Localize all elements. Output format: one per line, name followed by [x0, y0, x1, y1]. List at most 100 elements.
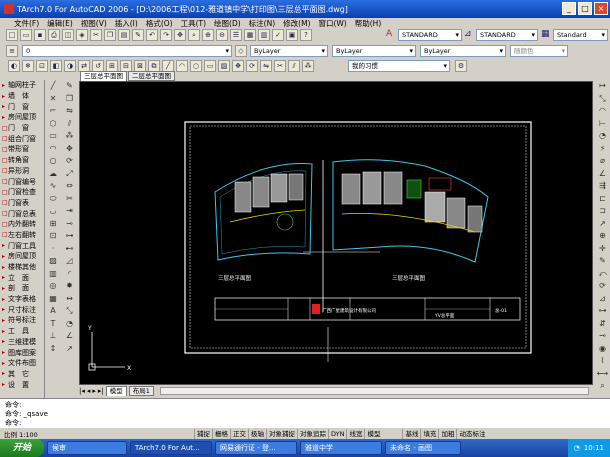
menu-axis-column[interactable]: ▸ 轴网柱子 — [0, 80, 44, 91]
copy-obj-icon[interactable]: ❐ — [62, 93, 78, 105]
menu-elevation[interactable]: ▸ 立 面 — [0, 272, 44, 283]
rotate-icon[interactable]: ⟳ — [62, 155, 78, 167]
array-tool-icon[interactable]: ⁂ — [302, 60, 314, 72]
menu-other[interactable]: ▸ 其 它 — [0, 369, 44, 380]
menu-library[interactable]: ▸ 图库图案 — [0, 347, 44, 358]
task-item[interactable]: 网易通行证 - 登... — [215, 441, 297, 455]
extend-icon[interactable]: ⇥ — [62, 205, 78, 217]
measure-icon[interactable]: ⊥ — [45, 330, 61, 342]
circle-icon[interactable]: ○ — [45, 155, 61, 167]
osnap-toggle[interactable]: 对象捕捉 — [266, 428, 297, 439]
close-button[interactable]: × — [594, 2, 608, 15]
calc-icon[interactable]: ▣ — [286, 29, 298, 41]
menu-window-tools[interactable]: ▸ 门窗工具 — [0, 240, 44, 251]
polar-toggle[interactable]: 极轴 — [248, 428, 266, 439]
break-point-icon[interactable]: ⊸ — [62, 218, 78, 230]
cut-icon[interactable]: ✂ — [90, 29, 102, 41]
menu-special-hole[interactable]: □ 异形洞 — [0, 166, 44, 177]
menu-3d[interactable]: ▸ 三维建模 — [0, 337, 44, 348]
menu-flip-inout[interactable]: □ 内外翻转 — [0, 219, 44, 230]
tolerance-r-icon[interactable]: ⊕ — [595, 230, 610, 242]
qdim-r-icon[interactable]: ⇶ — [595, 180, 610, 192]
layer-freeze-icon[interactable]: ❄ — [22, 60, 34, 72]
center-mark-r-icon[interactable]: ✛ — [595, 243, 610, 255]
table-style-select[interactable]: Standard — [553, 29, 608, 41]
break-icon[interactable]: ⊶ — [62, 230, 78, 242]
tool-palette-icon[interactable]: ▥ — [258, 29, 270, 41]
horizontal-scrollbar[interactable] — [159, 386, 589, 395]
menu-dimension[interactable]: ▸ 尺寸标注 — [0, 304, 44, 315]
dyn-toggle[interactable]: DYN — [328, 428, 346, 439]
dim-angle-icon[interactable]: ∠ — [62, 330, 78, 342]
dim-aligned-r-icon[interactable]: ⤡ — [595, 93, 610, 105]
menu-door-window[interactable]: ▸ 门 窗 — [0, 101, 44, 112]
dim-angular-r-icon[interactable]: ∠ — [595, 168, 610, 180]
menu-strip-window[interactable]: □ 带形窗 — [0, 144, 44, 155]
undo-icon[interactable]: ↶ — [146, 29, 158, 41]
region-icon[interactable]: ◎ — [45, 280, 61, 292]
ellipse-arc-icon[interactable]: ◡ — [45, 205, 61, 217]
linetype-select[interactable]: ByLayer — [332, 45, 416, 57]
scale-display[interactable]: 比例 1:100 — [0, 429, 60, 439]
move-tool-icon[interactable]: ✥ — [232, 60, 244, 72]
menu-window-table[interactable]: □ 门窗表 — [0, 198, 44, 209]
menu-combo-door[interactable]: □ 组合门窗 — [0, 133, 44, 144]
zoom-previous-icon[interactable]: ⊖ — [216, 29, 228, 41]
menu-door-window-2[interactable]: □ 门 窗 — [0, 123, 44, 134]
qleader-r-icon[interactable]: ↗ — [595, 218, 610, 230]
fillet-icon[interactable]: ◜ — [62, 268, 78, 280]
dim-radius-r-icon[interactable]: ◔ — [595, 130, 610, 142]
paste-icon[interactable]: ▤ — [118, 29, 130, 41]
otrack-toggle[interactable]: 对象追踪 — [297, 428, 328, 439]
last-tab-arrow-icon[interactable]: ▸| — [98, 387, 104, 395]
tab-layout1[interactable]: 布局1 — [128, 385, 154, 396]
dim-linear-r-icon[interactable]: ↦ — [595, 80, 610, 92]
continue-r-icon[interactable]: ⊐ — [595, 205, 610, 217]
next-tab-arrow-icon[interactable]: ▸ — [92, 387, 96, 395]
stretch-icon[interactable]: ⇔ — [62, 180, 78, 192]
tab-second-floor[interactable]: 二层总平面图 — [128, 71, 175, 81]
assoc-r-icon[interactable]: ⟷ — [595, 368, 610, 380]
mirror-icon[interactable]: ⇋ — [62, 105, 78, 117]
join-icon[interactable]: ⊷ — [62, 243, 78, 255]
menu-layout[interactable]: ▸ 文件布图 — [0, 358, 44, 369]
text-style-select[interactable]: STANDARD — [398, 29, 462, 41]
menu-flip-lr[interactable]: □ 左右翻转 — [0, 230, 44, 241]
menu-room-roof-2[interactable]: ▸ 房间屋顶 — [0, 251, 44, 262]
menu-settings[interactable]: ▸ 设 置 — [0, 379, 44, 390]
menu-window-number[interactable]: □ 门窗编号 — [0, 176, 44, 187]
plotstyle-select[interactable]: 随颜色 — [510, 45, 568, 57]
task-item[interactable]: 候审 — [47, 441, 127, 455]
task-item[interactable]: 雅道中学 — [300, 441, 382, 455]
snap-toggle[interactable]: 捕捉 — [194, 428, 212, 439]
trim-tool-icon[interactable]: ✂ — [274, 60, 286, 72]
hatch-icon[interactable]: ▨ — [45, 255, 61, 267]
menu-text-table[interactable]: ▸ 文字表格 — [0, 294, 44, 305]
publish-icon[interactable]: ◈ — [76, 29, 88, 41]
dimedit-r-icon[interactable]: ✎ — [595, 255, 610, 267]
polygon-icon[interactable]: ⬡ — [45, 118, 61, 130]
new-icon[interactable]: □ — [6, 29, 18, 41]
inspect-r-icon[interactable]: ◉ — [595, 343, 610, 355]
workspace-settings-icon[interactable]: ⚙ — [455, 60, 467, 72]
match-prop-icon[interactable]: ✎ — [132, 29, 144, 41]
tray-icon[interactable]: ◔ — [574, 439, 580, 457]
dim-override-r-icon[interactable]: ⊶ — [595, 305, 610, 317]
xline-icon[interactable]: ✕ — [45, 93, 61, 105]
copy-icon[interactable]: ❐ — [104, 29, 116, 41]
dimtedit-r-icon[interactable]: ⤺ — [595, 268, 610, 280]
open-icon[interactable]: ▭ — [20, 29, 32, 41]
circle-tool-icon[interactable]: ○ — [190, 60, 202, 72]
trim-icon[interactable]: ✂ — [62, 193, 78, 205]
help-icon[interactable]: ? — [300, 29, 312, 41]
menu-room-roof[interactable]: ▸ 房间屋顶 — [0, 112, 44, 123]
dim-ordinate-r-icon[interactable]: ⊢ — [595, 118, 610, 130]
arc-tool-icon[interactable]: ◠ — [176, 60, 188, 72]
spline-icon[interactable]: ∿ — [45, 180, 61, 192]
menu-stairs[interactable]: ▸ 楼梯其他 — [0, 262, 44, 273]
redo-icon[interactable]: ↷ — [160, 29, 172, 41]
mirror-tool-icon[interactable]: ⇋ — [260, 60, 272, 72]
layer-on-icon[interactable]: ◑ — [64, 60, 76, 72]
dim-linear-icon[interactable]: ↔ — [62, 293, 78, 305]
print-icon[interactable]: ⎙ — [48, 29, 60, 41]
